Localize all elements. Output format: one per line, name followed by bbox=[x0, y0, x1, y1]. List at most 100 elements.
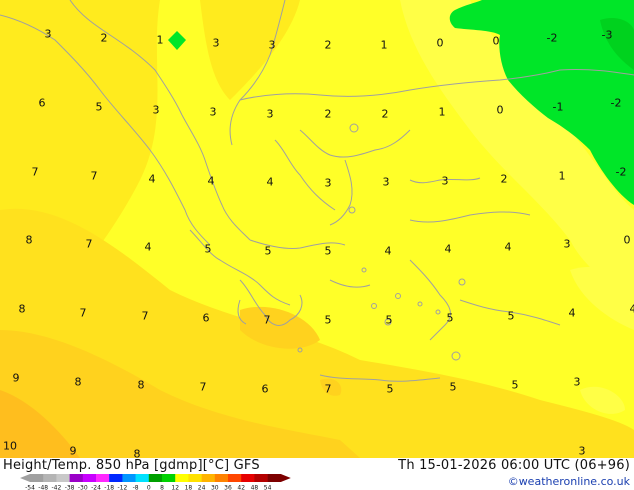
temperature-value: 7 bbox=[90, 169, 98, 183]
colorbar-tick-label: 54 bbox=[264, 485, 272, 490]
colorbar-tick-label: -42 bbox=[51, 485, 61, 490]
temperature-value: 1 bbox=[558, 169, 566, 183]
temperature-value: 7 bbox=[324, 382, 332, 396]
colorbar-tick-label: -24 bbox=[91, 485, 101, 490]
temperature-value: 2 bbox=[500, 172, 508, 186]
colorbar-segment bbox=[267, 474, 282, 482]
temperature-value: 4 bbox=[568, 306, 576, 320]
temperature-value: 3 bbox=[563, 237, 571, 251]
temperature-value: 5 bbox=[324, 244, 332, 258]
colorbar-segment bbox=[201, 474, 216, 482]
temperature-value: 5 bbox=[204, 242, 212, 256]
colorbar-tick-label: 48 bbox=[251, 485, 259, 490]
colorbar-segment bbox=[96, 474, 110, 482]
colorbar-segment bbox=[241, 474, 255, 482]
temperature-value: 3 bbox=[268, 38, 276, 52]
temperature-value: 0 bbox=[492, 34, 500, 48]
source-credit[interactable]: ©weatheronline.co.uk bbox=[508, 475, 630, 488]
temperature-value: 4 bbox=[207, 174, 215, 188]
temperature-value: 10 bbox=[3, 439, 17, 453]
colorbar-tick-label: 36 bbox=[224, 485, 232, 490]
temperature-value: 1 bbox=[380, 38, 388, 52]
map-title: Height/Temp. 850 hPa [gdmp][°C] GFS bbox=[3, 458, 260, 473]
temperature-value: 1 bbox=[438, 105, 446, 119]
temperature-value: 2 bbox=[100, 31, 108, 45]
temperature-value: 3 bbox=[212, 36, 220, 50]
colorbar-tick-label: 42 bbox=[237, 485, 245, 490]
temperature-value: 8 bbox=[133, 447, 141, 459]
map-canvas bbox=[0, 0, 634, 458]
colorbar-tick-label: -8 bbox=[133, 485, 139, 490]
temperature-value: 0 bbox=[623, 233, 631, 247]
temperature-value: 5 bbox=[386, 382, 394, 396]
colorbar-segment bbox=[56, 474, 70, 482]
weather-map: 3 2 1 3 3 2 1 0 0 -2 -3 6 5 3 3 3 2 2 1 0 -1 -2 7 7 4 4 4 3 3 3 2 1 -2 8 7… bbox=[0, 0, 634, 458]
temperature-value: 3 bbox=[573, 375, 581, 389]
colorbar-tick-label: 0 bbox=[147, 485, 151, 490]
temperature-value: 7 bbox=[199, 380, 207, 394]
temperature-value: 5 bbox=[264, 244, 272, 258]
colorbar-tick-label: -18 bbox=[104, 485, 114, 490]
temperature-value: 7 bbox=[79, 306, 87, 320]
temperature-value: -2 bbox=[546, 31, 558, 45]
temperature-value: 3 bbox=[441, 174, 449, 188]
colorbar-tick-label: -48 bbox=[38, 485, 48, 490]
temperature-value: 2 bbox=[324, 38, 332, 52]
temperature-value: -3 bbox=[601, 28, 613, 42]
temperature-value: 4 bbox=[144, 240, 152, 254]
temperature-value: 0 bbox=[496, 103, 504, 117]
temperature-value: 4 bbox=[266, 175, 274, 189]
colorbar-segment bbox=[162, 474, 176, 482]
temperature-value: 7 bbox=[141, 309, 149, 323]
colorbar-tick-label: 24 bbox=[198, 485, 206, 490]
temperature-value: 3 bbox=[578, 444, 586, 458]
temperature-value: 1 bbox=[156, 33, 164, 47]
temperature-value: 9 bbox=[69, 444, 77, 458]
temperature-value: 8 bbox=[74, 375, 82, 389]
temperature-value: 7 bbox=[31, 165, 39, 179]
temperature-value: -2 bbox=[615, 165, 627, 179]
colorbar-tick-label: -38 bbox=[65, 485, 75, 490]
temperature-value: 5 bbox=[511, 378, 519, 392]
temperature-value: 3 bbox=[324, 176, 332, 190]
color-scale-legend: -54 -48 -42 -38 -30 -24 -18 -12 -8 0 8 12 18 24 30 36 42… bbox=[20, 474, 291, 490]
temperature-value: 3 bbox=[44, 27, 52, 41]
temperature-value: 5 bbox=[324, 313, 332, 327]
colorbar-segment bbox=[122, 474, 136, 482]
colorbar-tick-label: -54 bbox=[25, 485, 35, 490]
temperature-value: 4 bbox=[629, 302, 634, 316]
colorbar-arrow-high bbox=[280, 474, 291, 482]
colorbar-segment bbox=[135, 474, 150, 482]
temperature-value: 5 bbox=[95, 100, 103, 114]
temperature-value: 5 bbox=[449, 380, 457, 394]
colorbar-segment bbox=[69, 474, 84, 482]
colorbar-segment bbox=[254, 474, 268, 482]
temperature-value: 7 bbox=[85, 237, 93, 251]
temperature-value: 3 bbox=[209, 105, 217, 119]
temperature-value: 2 bbox=[381, 107, 389, 121]
colorbar-segment bbox=[148, 474, 163, 482]
colorbar-segment bbox=[109, 474, 123, 482]
temperature-value: 2 bbox=[324, 107, 332, 121]
colorbar-segment bbox=[30, 474, 44, 482]
colorbar-segment bbox=[43, 474, 57, 482]
colorbar-segment bbox=[214, 474, 229, 482]
colorbar-segment bbox=[228, 474, 242, 482]
temperature-value: -1 bbox=[552, 100, 564, 114]
temperature-value: 3 bbox=[382, 175, 390, 189]
temperature-value: 4 bbox=[444, 242, 452, 256]
colorbar-tick-label: 18 bbox=[185, 485, 193, 490]
temperature-value: 4 bbox=[504, 240, 512, 254]
temperature-value: 3 bbox=[266, 107, 274, 121]
temperature-value: 8 bbox=[137, 378, 145, 392]
temperature-value: 6 bbox=[202, 311, 210, 325]
temperature-value: 4 bbox=[148, 172, 156, 186]
colorbar-segment bbox=[175, 474, 189, 482]
forecast-datetime: Th 15-01-2026 06:00 UTC (06+96) bbox=[398, 458, 630, 473]
colorbar-tick-label: 30 bbox=[211, 485, 219, 490]
colorbar-tick-label: 12 bbox=[171, 485, 179, 490]
temperature-value: 0 bbox=[436, 36, 444, 50]
colorbar-segment bbox=[82, 474, 97, 482]
temperature-value: -2 bbox=[610, 96, 622, 110]
colorbar-tick-label: -12 bbox=[117, 485, 127, 490]
